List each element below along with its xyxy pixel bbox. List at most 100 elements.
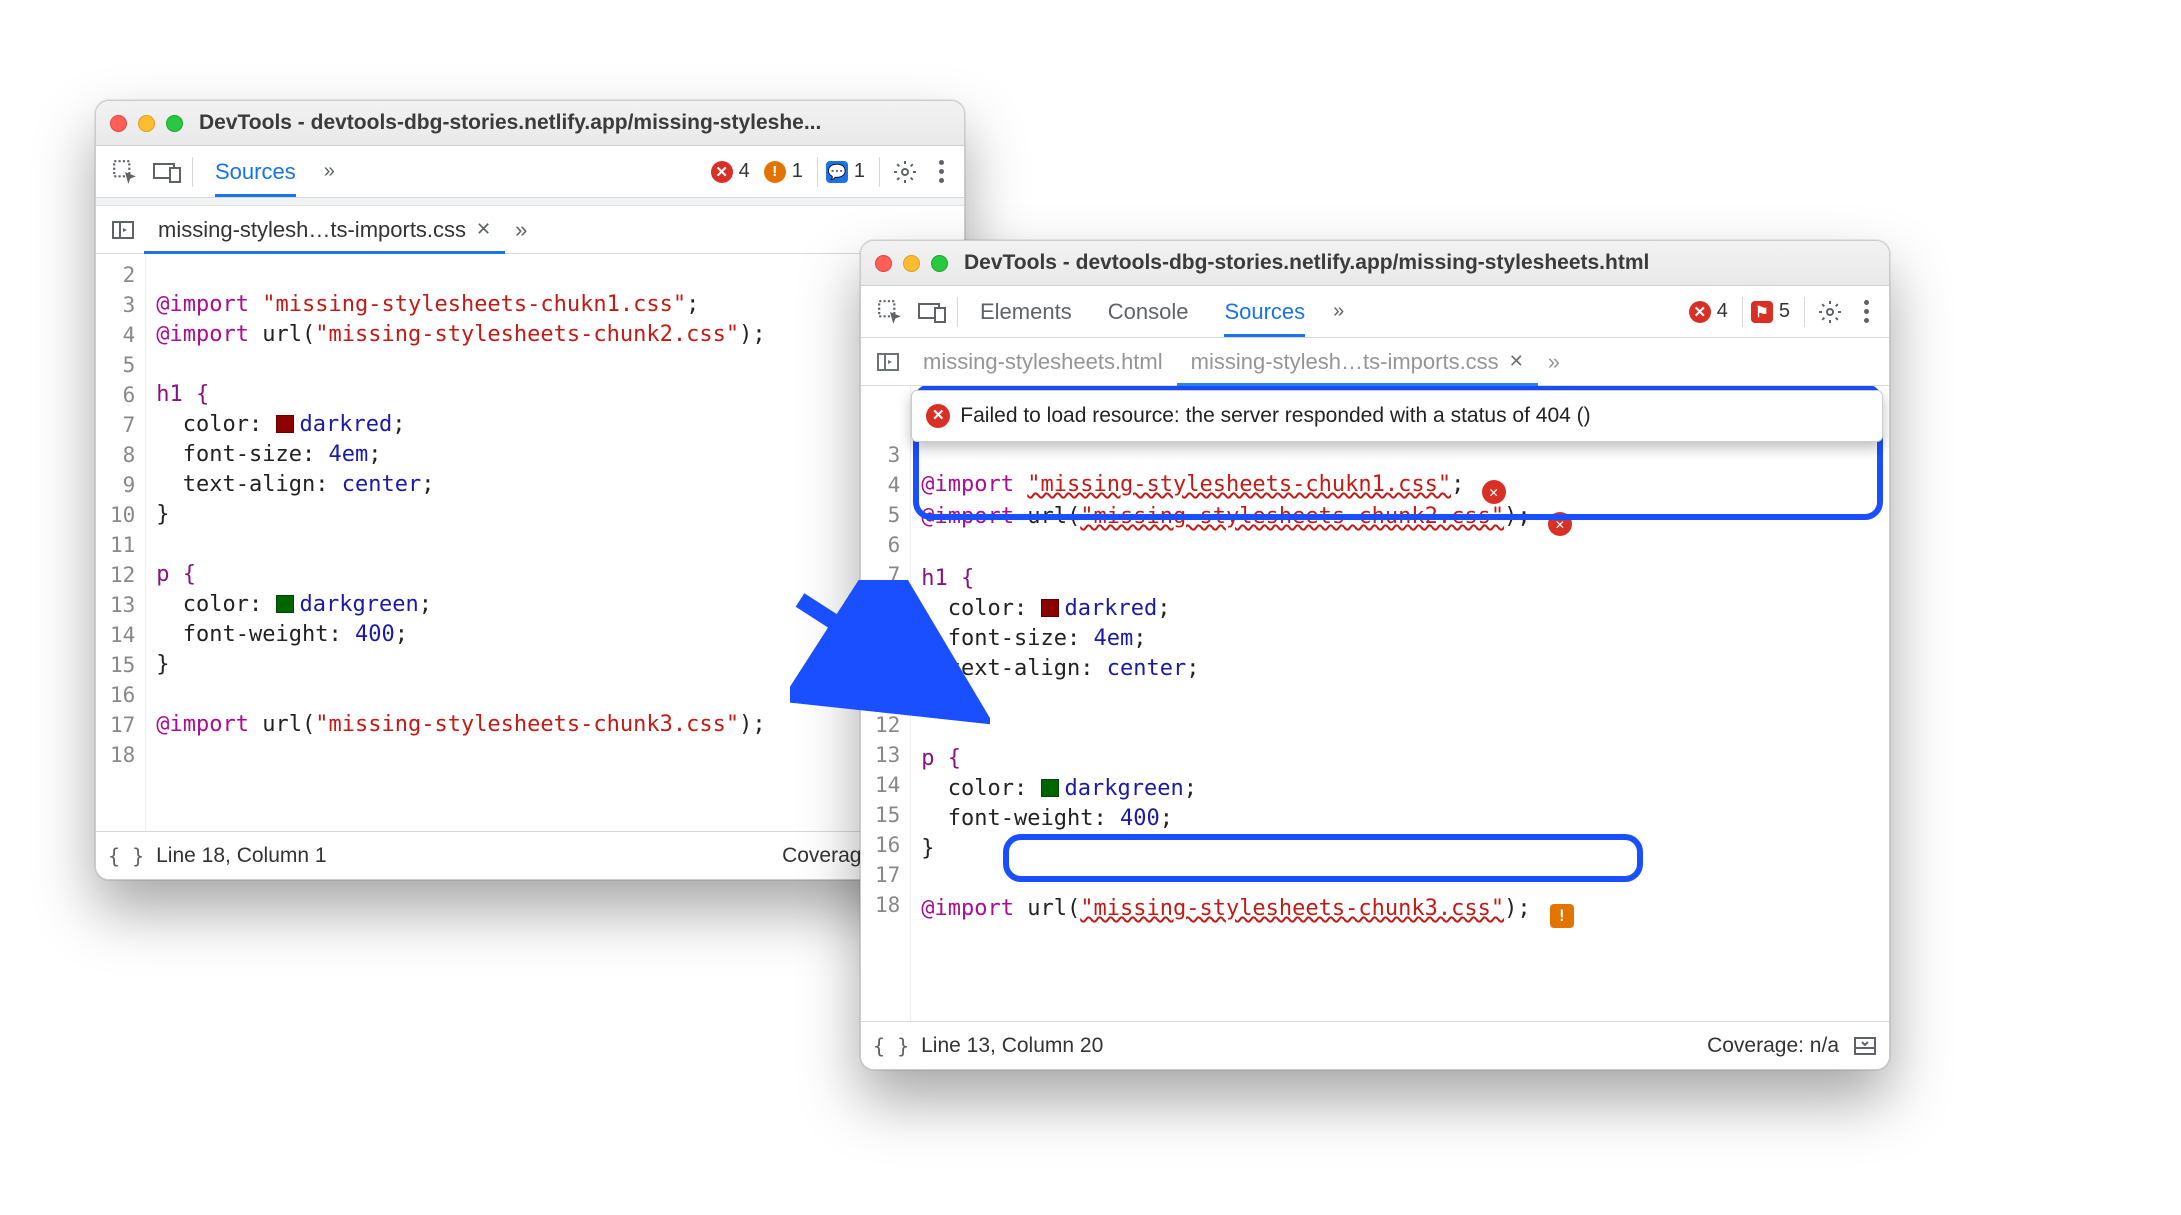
more-menu-icon[interactable] (926, 160, 956, 183)
traffic-lights (110, 115, 183, 132)
more-file-tabs-icon[interactable]: » (1538, 349, 1570, 375)
pretty-print-icon[interactable]: { } (108, 844, 144, 868)
line-gutter: 23456789101112131415161718 (96, 254, 146, 831)
more-file-tabs-icon[interactable]: » (505, 217, 537, 243)
coverage-status: Coverage: n/a (1707, 1034, 1839, 1058)
selector: p { (156, 562, 196, 587)
color-swatch-icon[interactable] (276, 415, 294, 433)
warning-marker-icon[interactable]: ! (1550, 904, 1574, 928)
at-import: @import (156, 292, 249, 317)
string-literal: "missing-stylesheets-chunk2.css" (1080, 504, 1504, 529)
minimize-window-icon[interactable] (138, 115, 155, 132)
at-import: @import (921, 504, 1014, 529)
device-toolbar-icon[interactable] (911, 286, 953, 337)
warning-icon: ! (764, 161, 786, 183)
file-tabs: missing-stylesheets.html missing-stylesh… (861, 338, 1889, 386)
close-tab-icon[interactable]: ✕ (476, 219, 491, 240)
error-icon: ✕ (1689, 301, 1711, 323)
divider (1742, 297, 1743, 327)
tab-sources[interactable]: Sources (197, 146, 314, 197)
divider (957, 297, 958, 327)
close-window-icon[interactable] (875, 255, 892, 272)
file-tabs: missing-stylesh…ts-imports.css ✕ » (96, 206, 964, 254)
issue-badges[interactable]: ✕4 (1685, 298, 1738, 325)
panel-tabs: Sources » (197, 146, 345, 197)
file-tab-active[interactable]: missing-stylesh…ts-imports.css ✕ (144, 206, 505, 253)
navigator-toggle-icon[interactable] (102, 218, 144, 242)
error-marker-icon[interactable]: ✕ (1482, 480, 1506, 504)
devtools-toolbar: Elements Console Sources » ✕4 ⚑5 (861, 286, 1889, 338)
zoom-window-icon[interactable] (166, 115, 183, 132)
code-area[interactable]: ✕Failed to load resource: the server res… (911, 386, 1889, 1021)
panel-tabs: Elements Console Sources » (962, 286, 1354, 337)
status-bar: { } Line 13, Column 20 Coverage: n/a (861, 1021, 1889, 1069)
warnings-count: 1 (792, 160, 803, 183)
issues-count: 5 (1779, 300, 1790, 323)
devtools-toolbar: Sources » ✕4 !1 💬1 (96, 146, 964, 198)
tab-sources[interactable]: Sources (1206, 286, 1323, 337)
code-area[interactable]: @import "missing-stylesheets-chukn1.css"… (146, 254, 964, 831)
code-editor[interactable]: 23456789101112131415161718 @import "miss… (96, 254, 964, 831)
info-badge[interactable]: 💬1 (822, 158, 875, 185)
close-tab-icon[interactable]: ✕ (1509, 351, 1524, 372)
errors-badge[interactable]: ✕4 (707, 158, 760, 185)
inspect-element-icon[interactable] (869, 286, 911, 337)
selector: h1 { (156, 382, 209, 407)
errors-count: 4 (1717, 300, 1728, 323)
info-count: 1 (854, 160, 865, 183)
file-tab-html[interactable]: missing-stylesheets.html (909, 338, 1177, 385)
tab-console[interactable]: Console (1090, 286, 1207, 337)
more-menu-icon[interactable] (1851, 300, 1881, 323)
string-literal: "missing-stylesheets-chunk3.css" (1080, 896, 1504, 921)
window-title: DevTools - devtools-dbg-stories.netlify.… (964, 251, 1875, 275)
at-import: @import (921, 472, 1014, 497)
at-import: @import (156, 322, 249, 347)
devtools-window-left: DevTools - devtools-dbg-stories.netlify.… (95, 100, 965, 880)
inspect-element-icon[interactable] (104, 146, 146, 197)
highlight-box-warning (1003, 834, 1643, 882)
errors-badge[interactable]: ✕4 (1685, 298, 1738, 325)
errors-count: 4 (739, 160, 750, 183)
file-tab-css[interactable]: missing-stylesh…ts-imports.css ✕ (1177, 338, 1538, 385)
selector: h1 { (921, 566, 974, 591)
string-literal: "missing-stylesheets-chunk2.css" (315, 322, 739, 347)
drawer-strip (96, 198, 964, 206)
more-tabs-icon[interactable]: » (1323, 300, 1354, 323)
device-toolbar-icon[interactable] (146, 146, 188, 197)
traffic-lights (875, 255, 948, 272)
close-window-icon[interactable] (110, 115, 127, 132)
file-tab-label: missing-stylesheets.html (923, 349, 1163, 375)
divider (817, 157, 818, 187)
titlebar: DevTools - devtools-dbg-stories.netlify.… (96, 101, 964, 146)
line-gutter: 3456789101112131415161718 (861, 386, 911, 1021)
cursor-position: Line 18, Column 1 (156, 844, 326, 868)
color-swatch-icon[interactable] (1041, 599, 1059, 617)
info-icon: 💬 (826, 161, 848, 183)
cursor-position: Line 13, Column 20 (921, 1034, 1103, 1058)
more-tabs-icon[interactable]: » (314, 160, 345, 183)
minimize-window-icon[interactable] (903, 255, 920, 272)
settings-icon[interactable] (884, 146, 926, 197)
code-editor[interactable]: 3456789101112131415161718 ✕Failed to loa… (861, 386, 1889, 1021)
warnings-badge[interactable]: !1 (760, 158, 813, 185)
navigator-toggle-icon[interactable] (867, 350, 909, 374)
at-import: @import (921, 896, 1014, 921)
at-import: @import (156, 712, 249, 737)
file-tab-label: missing-stylesh…ts-imports.css (158, 217, 466, 243)
divider (879, 157, 880, 187)
error-icon: ✕ (711, 161, 733, 183)
devtools-window-right: DevTools - devtools-dbg-stories.netlify.… (860, 240, 1890, 1070)
settings-icon[interactable] (1809, 286, 1851, 337)
status-bar: { } Line 18, Column 1 Coverage: n/a (96, 831, 964, 879)
tab-elements[interactable]: Elements (962, 286, 1090, 337)
issue-icon: ⚑ (1751, 301, 1773, 323)
color-swatch-icon[interactable] (276, 595, 294, 613)
error-marker-icon[interactable]: ✕ (1548, 512, 1572, 536)
show-drawer-icon[interactable] (1853, 1036, 1877, 1056)
pretty-print-icon[interactable]: { } (873, 1034, 909, 1058)
color-swatch-icon[interactable] (1041, 779, 1059, 797)
issue-badges[interactable]: ✕4 !1 (707, 158, 813, 185)
file-tab-label: missing-stylesh…ts-imports.css (1191, 349, 1499, 375)
zoom-window-icon[interactable] (931, 255, 948, 272)
issues-badge[interactable]: ⚑5 (1747, 298, 1800, 325)
